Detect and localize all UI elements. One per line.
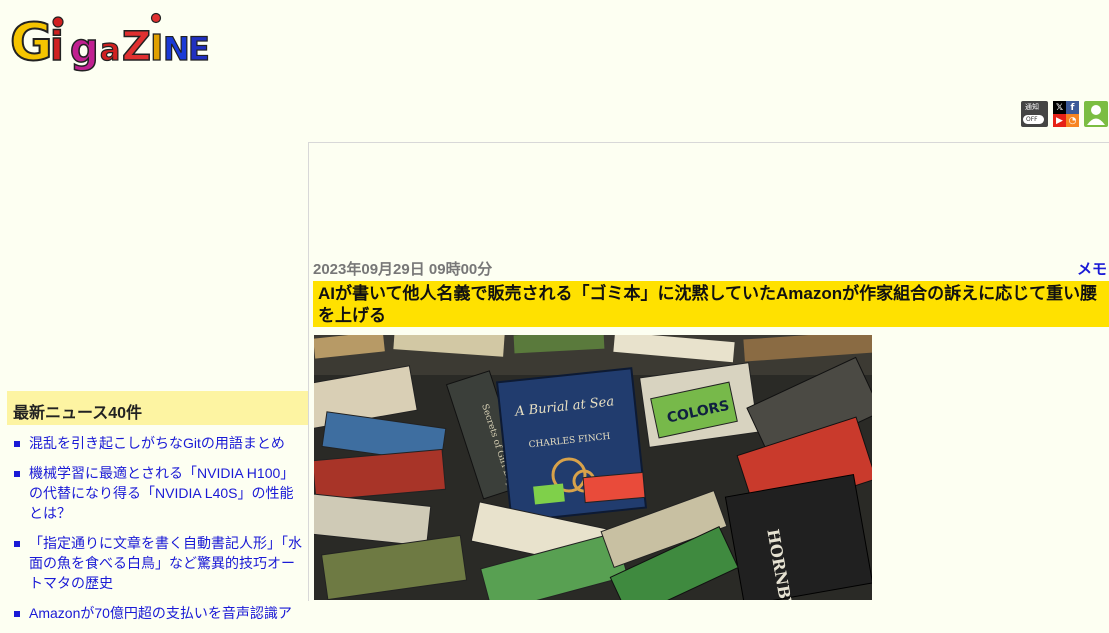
svg-text:I: I [150,28,163,69]
user-icon[interactable] [1084,101,1108,127]
list-item: 「指定通りに文章を書く自動書記人形」「水面の魚を食べる白鳥」など驚異的技巧オート… [14,533,306,593]
svg-text:a: a [100,33,120,68]
news-link[interactable]: 「指定通りに文章を書く自動書記人形」「水面の魚を食べる白鳥」など驚異的技巧オート… [29,535,302,591]
article-image[interactable]: Secrets of Girl Days A Burial at Sea CHA… [314,335,872,600]
list-item: 機械学習に最適とされる「NVIDIA H100」の代替になり得る「NVIDIA … [14,463,306,523]
social-links: 𝕏 f ▶ ◔ [1053,101,1079,127]
svg-text:E: E [188,30,210,68]
news-link[interactable]: 混乱を引き起こしがちなGitの用語まとめ [29,435,285,451]
memo-link[interactable]: メモ [1077,258,1107,279]
svg-text:g: g [70,26,99,72]
facebook-icon[interactable]: f [1066,101,1079,114]
rss-icon[interactable]: ◔ [1066,114,1079,127]
article-date: 2023年09月29日 09時00分 [313,261,493,278]
svg-text:Z: Z [122,24,151,70]
latest-news-list: 混乱を引き起こしがちなGitの用語まとめ 機械学習に最適とされる「NVIDIA … [14,433,306,633]
x-icon[interactable]: 𝕏 [1053,101,1066,114]
svg-text:G: G [10,13,53,73]
list-item: 混乱を引き起こしがちなGitの用語まとめ [14,433,306,453]
news-link[interactable]: Amazonが70億円超の支払いを音声認識ア [29,605,292,621]
svg-text:N: N [163,30,190,68]
youtube-icon[interactable]: ▶ [1053,114,1066,127]
notify-state: OFF [1023,115,1044,124]
notify-label: 通知 [1025,103,1039,111]
latest-news-heading: 最新ニュース40件 [7,391,308,425]
header-icons: 通知 OFF 𝕏 f ▶ ◔ [1021,101,1108,127]
news-link[interactable]: 機械学習に最適とされる「NVIDIA H100」の代替になり得る「NVIDIA … [29,465,294,521]
list-item: Amazonが70億円超の支払いを音声認識ア [14,603,306,623]
notification-toggle[interactable]: 通知 OFF [1021,101,1048,127]
gigazine-logo[interactable]: G i g a Z I N E [10,10,216,74]
article-title[interactable]: AIが書いて他人名義で販売される「ゴミ本」に沈黙していたAmazonが作家組合の… [313,281,1109,327]
svg-text:i: i [50,24,64,70]
